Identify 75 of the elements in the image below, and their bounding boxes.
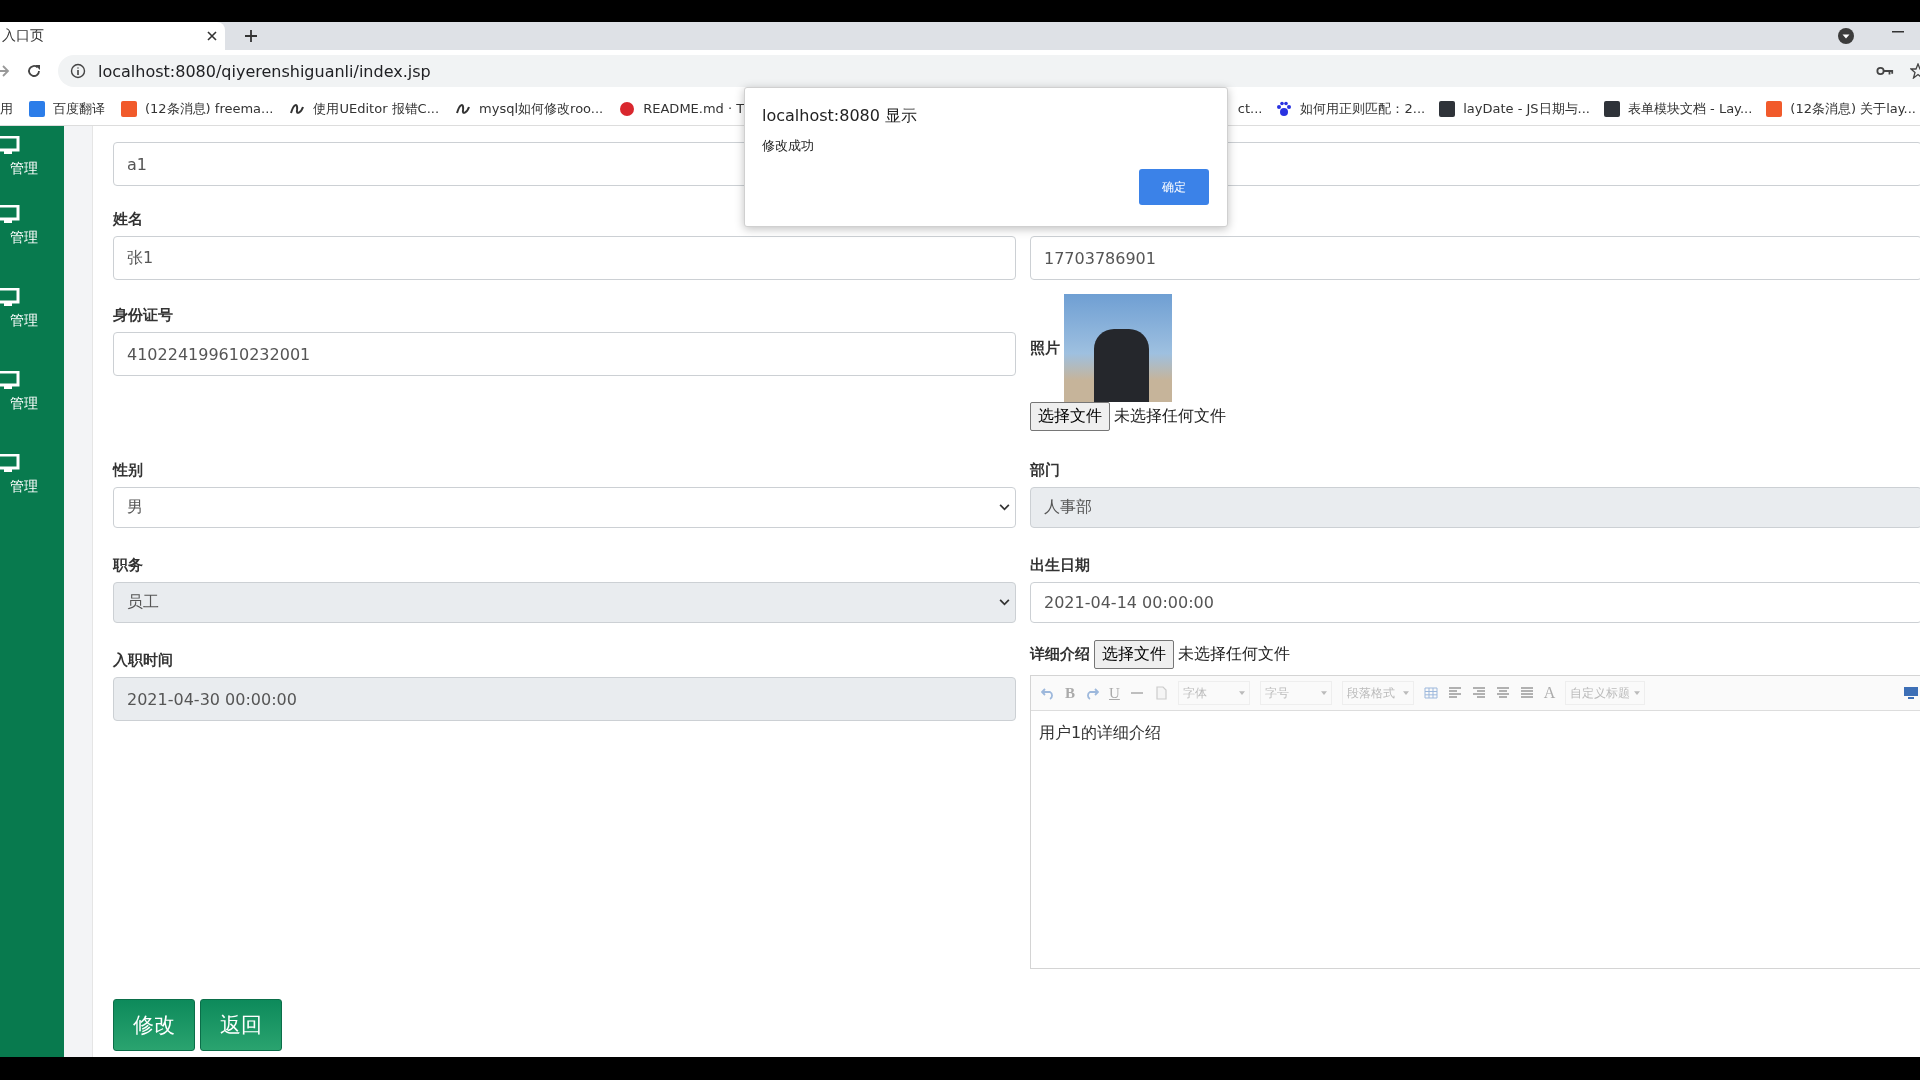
table-icon[interactable] (1423, 686, 1438, 700)
key-icon[interactable] (1876, 66, 1894, 76)
ok-button[interactable]: 确定 (1139, 169, 1209, 205)
monitor-icon (0, 370, 20, 391)
bookmark[interactable]: (12条消息) 关于lay... (1766, 99, 1916, 118)
caret-icon (1320, 691, 1327, 695)
bookmark-square-icon (1766, 100, 1783, 117)
gender-select[interactable]: 男 (113, 487, 1016, 528)
new-tab-icon[interactable] (244, 29, 258, 43)
bookmark-square-icon (29, 100, 45, 117)
bookmark[interactable]: 使用UEditor 报错C... (289, 99, 440, 118)
chevron-icon (999, 504, 1010, 511)
id-number-field[interactable]: 410224199610232001 (113, 332, 1016, 376)
field-label: 入职时间 (113, 651, 174, 671)
birth-date-field[interactable]: 2021-04-14 00:00:00 (1030, 582, 1920, 623)
bookmark-circle-icon (619, 100, 636, 117)
dropdown-icon[interactable] (1838, 28, 1854, 44)
bookmark-square-icon (1439, 100, 1456, 117)
field-label: 身份证号 (113, 306, 174, 326)
redo-icon[interactable] (1085, 686, 1099, 700)
bookmark[interactable]: mysql如何修改roo... (455, 99, 604, 118)
align-center-icon[interactable] (1495, 686, 1510, 700)
bookmark[interactable]: 百度翻译 (29, 99, 105, 118)
bookmark-square-icon (121, 100, 137, 117)
bookmark[interactable]: 用 (0, 99, 13, 118)
file-status: 未选择任何文件 (1178, 643, 1290, 665)
bookmark[interactable]: (12条消息) freema... (121, 99, 274, 118)
bookmark[interactable]: README.md · T (619, 100, 745, 117)
field-label: 职务 (113, 556, 144, 576)
monitor-icon[interactable] (1903, 686, 1919, 700)
sidebar-item[interactable]: 管理 (10, 228, 38, 247)
monitor-icon (0, 287, 20, 308)
dialog-title: localhost:8080 显示 (762, 106, 918, 127)
sidebar-item[interactable]: 管理 (10, 477, 38, 496)
editor-text: 用户1的详细介绍 (1039, 723, 1162, 742)
name-field[interactable]: 张1 (113, 236, 1016, 280)
bookmark[interactable]: 如何用正则匹配：2... (1276, 99, 1426, 118)
paw-icon (1276, 100, 1293, 117)
undo-icon[interactable] (1041, 686, 1055, 700)
field-label: 照片 (1030, 338, 1060, 358)
document-icon[interactable] (1153, 686, 1168, 700)
close-icon[interactable] (207, 31, 217, 41)
align-right-icon[interactable] (1471, 686, 1486, 700)
choose-file-button[interactable]: 选择文件 (1094, 639, 1174, 669)
monitor-icon (0, 453, 20, 474)
justify-icon[interactable] (1519, 686, 1534, 700)
choose-file-button[interactable]: 选择文件 (1030, 402, 1110, 431)
field-label: 出生日期 (1030, 556, 1091, 576)
sidebar-item[interactable]: 管理 (10, 160, 38, 178)
back-button[interactable]: 返回 (200, 999, 282, 1051)
field-label: 部门 (1030, 461, 1061, 481)
field-label: 详细介绍 (1030, 644, 1090, 664)
caret-icon (1402, 691, 1409, 695)
caret-icon (1634, 691, 1641, 695)
field-label: 性别 (113, 461, 144, 481)
phone-field[interactable]: 17703786901 (1030, 236, 1920, 280)
info-icon (70, 63, 86, 79)
align-left-icon[interactable] (1447, 686, 1462, 700)
bookmark[interactable]: ct... (1237, 101, 1263, 116)
submit-button[interactable]: 修改 (113, 999, 195, 1051)
field-label: 姓名 (113, 210, 144, 230)
address-bar[interactable]: localhost:8080/qiyerenshiguanli/index.jsp (58, 55, 1920, 87)
bookmark[interactable]: layDate - JS日期与... (1439, 99, 1590, 118)
file-status: 未选择任何文件 (1114, 406, 1226, 427)
caret-icon (1238, 691, 1245, 695)
reload-icon[interactable] (26, 63, 42, 79)
chevron-icon (999, 599, 1010, 606)
monitor-icon (0, 204, 20, 225)
sidebar-item[interactable]: 管理 (10, 311, 38, 330)
sidebar-item[interactable]: 管理 (10, 394, 38, 413)
monitor-icon (0, 136, 20, 156)
bookmark-square-icon (1603, 100, 1620, 117)
minimize-icon[interactable] (1892, 31, 1904, 33)
bookmark[interactable]: 表单模块文档 - Lay... (1603, 99, 1753, 118)
browser-tab[interactable]: 入口页 (0, 22, 225, 50)
